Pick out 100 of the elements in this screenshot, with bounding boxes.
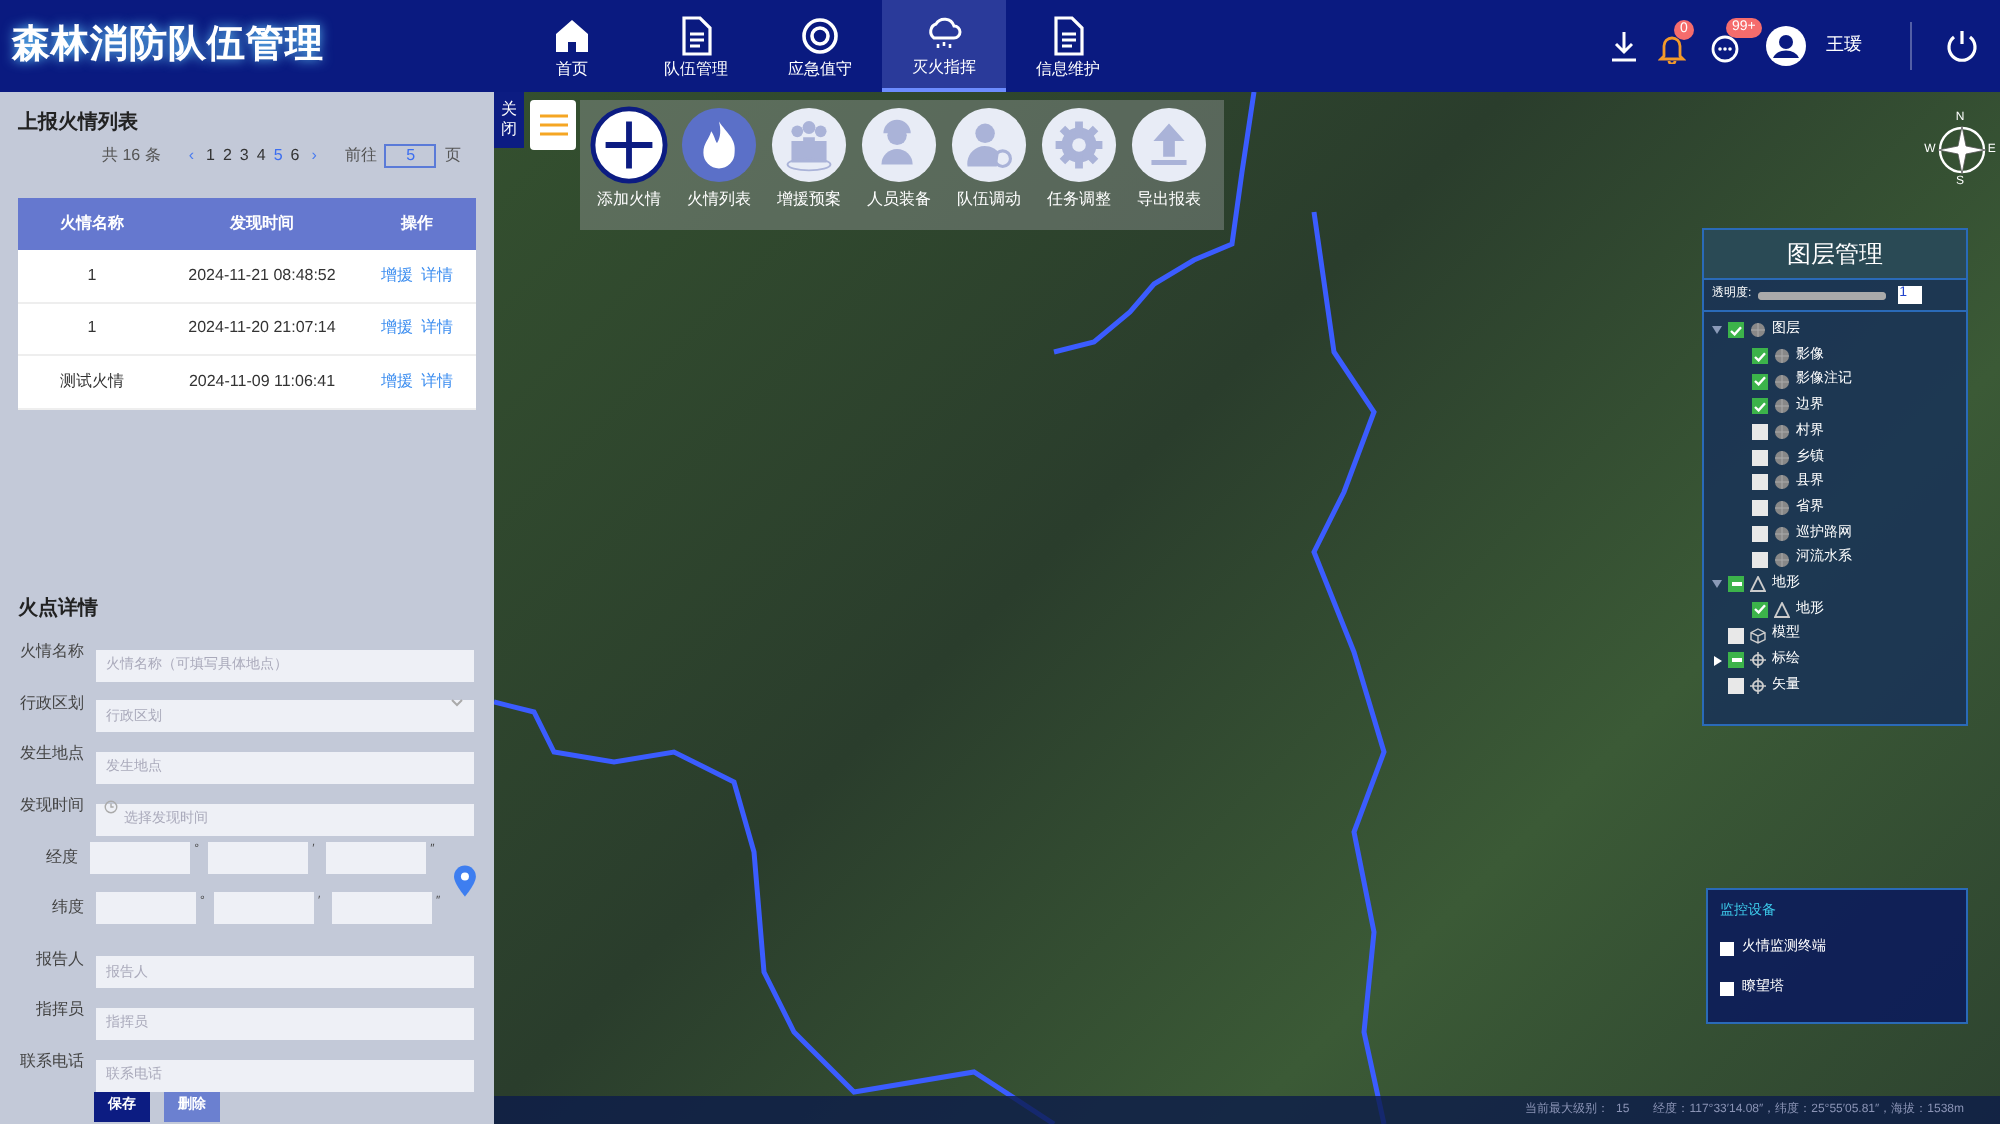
column-header: 火情名称 [58,212,126,236]
field-label: 发现时间 [18,794,84,819]
field-label: 火情名称 [18,640,84,665]
compass-rose-icon [1935,124,1988,176]
clock-icon [104,799,118,814]
action-link[interactable]: 详情 [421,263,453,288]
toolbar-button[interactable]: 导出报表 [1124,106,1214,212]
layer-checkbox[interactable] [1752,601,1768,618]
avatar-icon [1766,26,1806,66]
table-cell-text: 2024-11-20 21:07:14 [186,316,338,341]
layer-checkbox[interactable] [1728,322,1744,339]
upload-icon [1130,106,1208,184]
nav-tab[interactable]: 首页 [510,0,634,92]
globe-icon [1774,474,1790,491]
device-checkbox[interactable] [1720,941,1734,955]
plus-icon [590,106,668,184]
bell-icon [1658,34,1686,64]
page-number[interactable]: 1 [206,144,215,168]
power-icon [1944,28,1980,64]
section-title: 上报火情列表 [18,109,140,138]
table-cell-text: 1 [85,263,99,288]
goto-label: 前往 [344,144,377,168]
page-number[interactable]: 3 [239,144,249,168]
field-label: 报告人 [34,947,84,972]
toolbar-button[interactable]: 增援预案 [764,106,854,212]
layer-checkbox[interactable] [1752,398,1768,415]
table-cell-text: 1 [85,316,99,341]
nav-tab[interactable]: 队伍管理 [634,0,758,92]
table-cell-text: 测试火情 [58,369,126,394]
chat-icon [1710,34,1740,64]
toolbar-button[interactable]: 队伍调动 [944,106,1034,212]
action-link[interactable]: 增援 [381,263,413,288]
globe-icon [1774,449,1790,466]
action-link[interactable]: 详情 [421,316,453,341]
page-number[interactable]: 6 [290,144,300,168]
opacity-slider[interactable] [1757,291,1886,299]
globe-icon [1774,398,1790,415]
menu-icon [539,114,567,136]
location-pin-icon [454,864,476,899]
worker-icon [860,106,938,184]
field-label: 行政区划 [18,691,84,716]
globe-icon [1750,322,1766,339]
column-header: 操作 [398,212,435,236]
coordinate-input[interactable] [90,841,191,874]
cube-icon [1750,627,1766,644]
field-label: 指挥员 [34,998,84,1023]
layer-checkbox[interactable] [1728,576,1744,593]
action-link[interactable]: 详情 [421,369,453,394]
coordinate-input[interactable] [214,892,314,925]
document-icon [676,15,716,55]
total-count: 共 16 条 [102,144,161,168]
close-tab[interactable]: 关闭 [494,92,524,148]
layer-checkbox[interactable] [1752,348,1768,365]
person-refresh-icon [950,106,1028,184]
nav-tab[interactable]: 应急值守 [758,0,882,92]
globe-icon [1774,551,1790,568]
user-name: 王瑗 [1826,32,1862,59]
field-label: 发生地点 [18,742,84,767]
layer-checkbox[interactable] [1752,525,1768,542]
layer-checkbox[interactable] [1752,449,1768,466]
layer-checkbox[interactable] [1752,424,1768,441]
download-icon [1610,30,1638,62]
layer-checkbox[interactable] [1728,627,1744,644]
nav-tab[interactable]: 信息维护 [1006,0,1130,92]
globe-icon [1774,424,1790,441]
coordinate-input[interactable] [208,841,309,874]
coordinate-input[interactable] [96,892,196,925]
toolbar-button[interactable]: 任务调整 [1034,106,1124,212]
layer-checkbox[interactable] [1752,500,1768,517]
layer-checkbox[interactable] [1752,474,1768,491]
home-icon [552,15,592,55]
action-link[interactable]: 增援 [381,369,413,394]
layer-checkbox[interactable] [1752,373,1768,390]
globe-icon [1774,500,1790,517]
flame-icon [680,106,758,184]
globe-icon [1774,348,1790,365]
document-icon [1048,15,1088,55]
action-link[interactable]: 增援 [381,316,413,341]
page-number[interactable]: 4 [256,144,266,168]
nav-tab[interactable]: 灭火指挥 [882,0,1006,92]
people-icon [770,106,848,184]
toolbar-button[interactable]: 人员装备 [854,106,944,212]
rain-cloud-icon [924,13,964,53]
layer-checkbox[interactable] [1728,677,1744,694]
table-cell-text: 2024-11-21 08:48:52 [186,263,338,288]
page-unit: 页 [444,144,461,168]
column-header: 发现时间 [228,212,296,236]
layer-checkbox[interactable] [1728,652,1744,669]
globe-icon [1774,525,1790,542]
page-number[interactable]: 2 [222,144,232,168]
toolbar-button[interactable]: 火情列表 [674,106,764,212]
coordinate-input[interactable] [332,892,432,925]
globe-icon [1774,373,1790,390]
panel-title: 图层管理 [1704,230,1966,280]
app-title: 森林消防队伍管理 [9,21,326,70]
layer-checkbox[interactable] [1752,551,1768,568]
toolbar-button[interactable]: 添加火情 [584,106,674,212]
section-title: 火点详情 [18,594,100,623]
coordinate-input[interactable] [326,841,427,874]
device-checkbox[interactable] [1720,981,1734,995]
